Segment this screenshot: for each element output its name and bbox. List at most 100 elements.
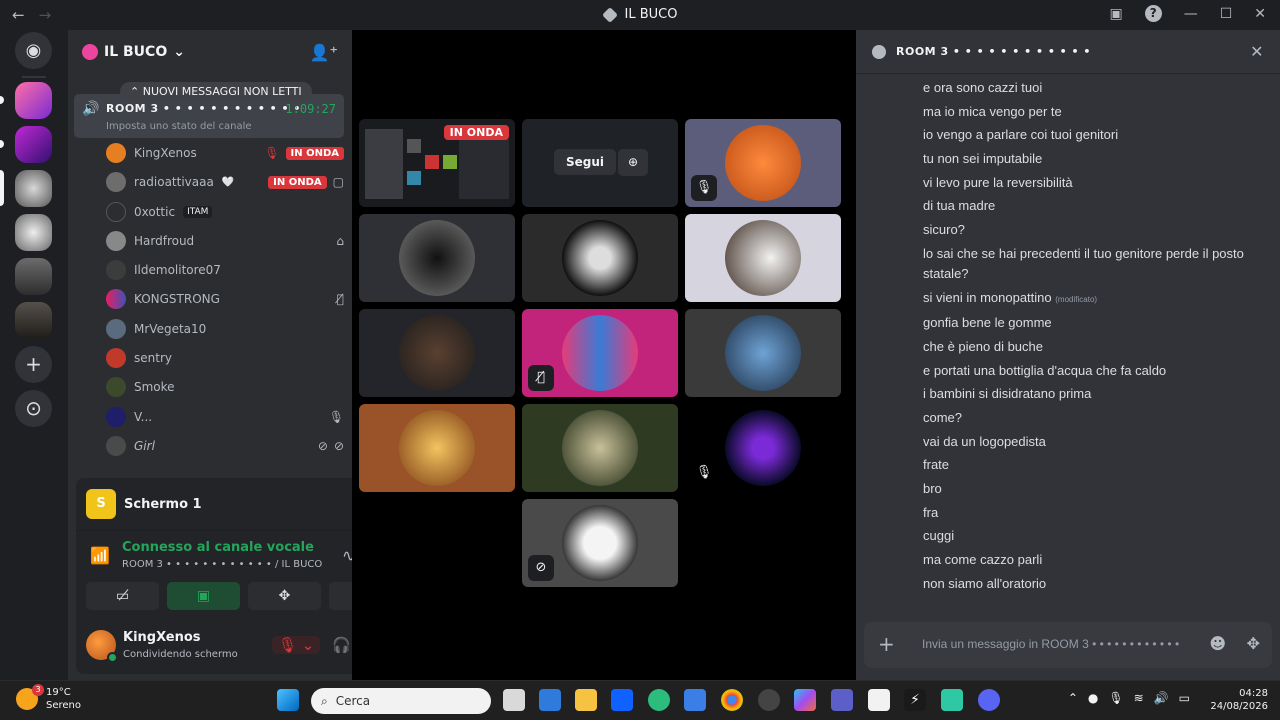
- weather-widget[interactable]: 3 19°C Sereno: [16, 684, 81, 712]
- chevron-down-icon: ⌄: [173, 44, 185, 60]
- chat-panel: ROOM 3 • • • • • • • • • • • • ✕ e ora s…: [856, 30, 1280, 680]
- task-view-icon[interactable]: [503, 689, 525, 711]
- voice-location[interactable]: ROOM 3 • • • • • • • • • • • • / IL BUCO: [122, 559, 322, 570]
- avatar: [106, 289, 126, 309]
- emoji-icon[interactable]: ☻: [1209, 634, 1226, 653]
- weather-sun-icon: 3: [16, 684, 44, 710]
- participant-tile[interactable]: 🎙: [685, 404, 841, 492]
- server-header[interactable]: IL BUCO ⌄ 👤⁺: [68, 30, 352, 74]
- bolt-icon[interactable]: ⚡: [904, 689, 926, 711]
- activities-button[interactable]: ✥: [248, 582, 321, 610]
- store-icon[interactable]: [684, 689, 706, 711]
- mic-tray-icon[interactable]: 🎙: [1108, 691, 1123, 705]
- popout-icon[interactable]: ⊕: [618, 149, 648, 176]
- member-row[interactable]: sentry: [106, 346, 344, 370]
- dropbox-icon[interactable]: [611, 689, 633, 711]
- member-row[interactable]: MrVegeta10: [106, 317, 344, 341]
- voice-status: Connesso al canale vocale: [122, 540, 314, 555]
- edge-icon[interactable]: [648, 689, 670, 711]
- maximize-button[interactable]: ☐: [1220, 6, 1233, 22]
- start-windows-icon[interactable]: [277, 689, 299, 711]
- chevron-up-icon[interactable]: ⌃: [1068, 691, 1078, 705]
- activity-icons: 🤍: [221, 176, 235, 188]
- member-row[interactable]: Ildemolitore07: [106, 258, 344, 282]
- system-tray: ⌃ ● 🎙 ≋ 🔊 ▭: [1068, 691, 1190, 705]
- battery-icon[interactable]: ▭: [1179, 691, 1190, 705]
- server-icon-4[interactable]: [15, 214, 52, 251]
- participant-tile[interactable]: [359, 404, 515, 492]
- server-icon-il-buco[interactable]: [15, 170, 52, 207]
- speaker-icon: 🔊: [82, 101, 100, 117]
- message-composer[interactable]: + Invia un messaggio in ROOM 3 • • • • •…: [864, 622, 1272, 668]
- mail-icon[interactable]: [539, 689, 561, 711]
- server-icon: [601, 6, 618, 23]
- participant-tile[interactable]: [685, 309, 841, 397]
- invite-user-icon[interactable]: 👤⁺: [310, 43, 338, 62]
- member-row[interactable]: V... 🎙: [106, 405, 344, 429]
- member-row[interactable]: radioattivaaa 🤍 IN ONDA ▢: [106, 170, 344, 194]
- message: fra: [923, 504, 939, 520]
- signal-icon[interactable]: 📶: [90, 546, 110, 565]
- participant-tile[interactable]: [522, 214, 678, 302]
- window-controls: ▣ ? — ☐ ✕: [1109, 5, 1266, 22]
- clock-app-icon[interactable]: [758, 689, 780, 711]
- channel-status[interactable]: Imposta uno stato del canale: [106, 121, 252, 132]
- tray-app-icon[interactable]: ●: [1088, 691, 1098, 705]
- member-row[interactable]: KingXenos 🎙 IN ONDA: [106, 141, 344, 165]
- teams-icon[interactable]: [831, 689, 853, 711]
- inbox-icon[interactable]: ▣: [1109, 6, 1122, 22]
- copilot-icon[interactable]: [794, 689, 816, 711]
- apps-icon[interactable]: ✥: [1247, 634, 1260, 653]
- avatar: [562, 505, 638, 581]
- message: e ora sono cazzi tuoi: [923, 80, 1043, 95]
- member-row[interactable]: Girl ⊘ ⊘: [106, 434, 344, 458]
- message: lo sai che se hai precedenti il tuo geni…: [923, 245, 1244, 281]
- screen-share-tile[interactable]: IN ONDA: [359, 119, 515, 207]
- chrome-icon[interactable]: [721, 689, 743, 711]
- minimize-button[interactable]: —: [1184, 6, 1198, 22]
- screen-share-button[interactable]: ▣: [167, 582, 240, 610]
- volume-icon[interactable]: 🔊: [1154, 691, 1169, 705]
- follow-button[interactable]: Segui: [554, 149, 617, 175]
- server-icon-2[interactable]: [15, 126, 52, 163]
- help-icon[interactable]: ?: [1144, 5, 1162, 22]
- server-icon-6[interactable]: [15, 302, 52, 339]
- member-row[interactable]: 0xottic ITAM: [106, 200, 344, 224]
- participant-tile[interactable]: [522, 404, 678, 492]
- file-explorer-icon[interactable]: [575, 689, 597, 711]
- new-messages-banner[interactable]: ⌃ NUOVI MESSAGGI NON LETTI: [120, 82, 312, 101]
- message: di tua madre: [923, 198, 996, 214]
- message: si vieni in monopattino (modificato): [923, 289, 1098, 305]
- server-icon-1[interactable]: [15, 82, 52, 119]
- wifi-icon[interactable]: ≋: [1134, 691, 1144, 705]
- title-bar: ← → IL BUCO ▣ ? — ☐ ✕: [0, 0, 1280, 30]
- member-row[interactable]: KONGSTRONG 🎙̸: [106, 287, 344, 311]
- add-server-icon[interactable]: +: [15, 346, 52, 383]
- member-row[interactable]: Hardfroud ⌂: [106, 229, 344, 253]
- participant-tile[interactable]: [359, 309, 515, 397]
- message-input[interactable]: Invia un messaggio in ROOM 3 • • • • • •…: [922, 637, 1179, 651]
- avatar: [725, 125, 801, 201]
- mic-muted-button[interactable]: 🎙 ⌄: [272, 636, 321, 654]
- camera-toggle-button[interactable]: ▭̸: [86, 582, 159, 610]
- participant-tile[interactable]: 🎙: [685, 119, 841, 207]
- amazon-icon[interactable]: [868, 689, 890, 711]
- server-icon-5[interactable]: [15, 258, 52, 295]
- participant-tile[interactable]: [685, 214, 841, 302]
- explore-icon[interactable]: ⊙: [15, 390, 52, 427]
- participant-tile[interactable]: ⊘: [522, 499, 678, 587]
- close-button[interactable]: ✕: [1254, 6, 1266, 22]
- search-box[interactable]: ⌕ Cerca: [311, 688, 491, 714]
- participant-tile[interactable]: 🎙̸: [522, 309, 678, 397]
- discord-taskbar-icon[interactable]: [978, 689, 1000, 711]
- attach-plus-icon[interactable]: +: [878, 632, 895, 656]
- live-badge: IN ONDA: [268, 175, 327, 189]
- discord-home-icon[interactable]: ◉: [15, 32, 52, 69]
- username[interactable]: KingXenos: [123, 630, 201, 645]
- participant-tile[interactable]: [359, 214, 515, 302]
- clock[interactable]: 04:28 24/08/2026: [1210, 687, 1268, 713]
- close-icon[interactable]: ✕: [1250, 42, 1264, 61]
- chat-title: ROOM 3 • • • • • • • • • • • •: [896, 45, 1091, 58]
- member-row[interactable]: Smoke: [106, 375, 344, 399]
- app-icon[interactable]: [941, 689, 963, 711]
